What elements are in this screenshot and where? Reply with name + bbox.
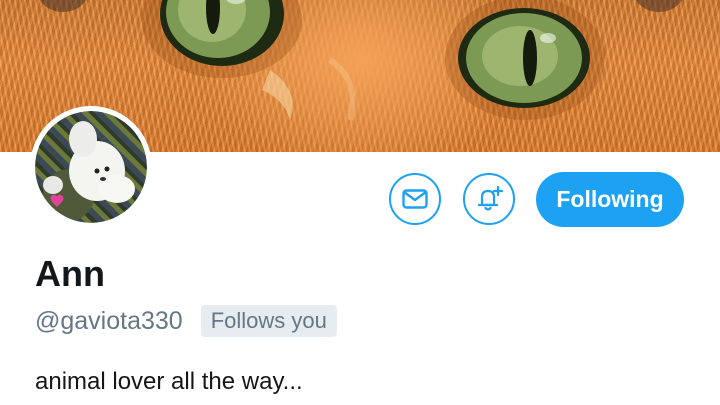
avatar-image — [35, 111, 147, 223]
notifications-button[interactable] — [463, 173, 515, 225]
avatar[interactable] — [30, 106, 152, 228]
follows-you-badge: Follows you — [200, 305, 337, 337]
following-button[interactable]: Following — [536, 172, 684, 227]
profile-name: Ann — [35, 253, 105, 294]
bell-plus-icon — [477, 185, 504, 211]
profile-handle: @gaviota330 — [35, 307, 183, 335]
message-button[interactable] — [389, 173, 441, 225]
profile-bio: animal lover all the way... — [35, 368, 303, 395]
envelope-icon — [402, 189, 428, 209]
handle-row: @gaviota330 Follows you — [35, 305, 337, 337]
